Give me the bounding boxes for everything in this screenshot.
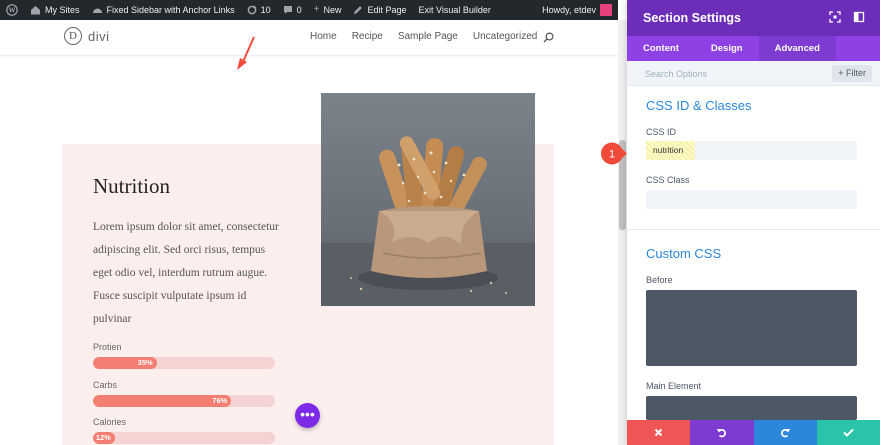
nav-item-uncategorized[interactable]: Uncategorized <box>473 31 537 42</box>
filter-label: Filter <box>846 68 866 78</box>
check-icon <box>843 428 854 437</box>
search-options-bar: Search Options + Filter <box>627 61 880 86</box>
comments-count: 0 <box>296 5 302 15</box>
visual-builder-screen: W My Sites Fixed Sidebar with Anchor Lin… <box>0 0 880 445</box>
discard-button[interactable] <box>627 420 691 445</box>
my-sites-menu[interactable]: My Sites <box>24 0 86 20</box>
wp-admin-bar: W My Sites Fixed Sidebar with Anchor Lin… <box>0 0 618 20</box>
expand-icon[interactable] <box>829 11 841 23</box>
builder-menu-button[interactable]: ••• <box>295 403 320 428</box>
nav-item-home[interactable]: Home <box>310 31 337 42</box>
main-element-label: Main Element <box>646 381 702 391</box>
main-element-code-editor[interactable] <box>646 396 857 420</box>
css-id-value: nutrition <box>646 141 696 160</box>
panel-header: Section Settings <box>627 0 880 36</box>
house-icon <box>31 6 40 15</box>
css-id-input[interactable]: nutrition <box>646 141 857 160</box>
new-label: New <box>323 5 342 15</box>
undo-icon <box>717 429 727 438</box>
plus-icon: + <box>838 68 846 78</box>
step-badge: 1 <box>601 142 627 165</box>
comment-icon <box>283 6 292 14</box>
before-code-editor[interactable] <box>646 290 857 366</box>
bar-track-calories: 12% <box>93 432 275 444</box>
section-divider <box>627 229 880 230</box>
panel-footer <box>627 420 880 445</box>
page-heading: Nutrition <box>93 174 170 198</box>
section-settings-panel: Section Settings Content Design Advanced… <box>627 0 880 445</box>
exit-builder-label: Exit Visual Builder <box>418 5 491 15</box>
wordpress-logo-button[interactable]: W <box>0 0 24 20</box>
main-nav: Home Recipe Sample Page Uncategorized <box>310 31 537 42</box>
before-label: Before <box>646 275 673 285</box>
bar-label-protien: Protien <box>93 342 122 352</box>
bar-fill-protien: 35% <box>93 357 157 369</box>
site-header: D divi Home Recipe Sample Page Uncategor… <box>0 20 618 56</box>
howdy-label: Howdy, etdev <box>542 5 596 15</box>
preview-scrollbar[interactable] <box>618 20 627 445</box>
updates-count: 10 <box>260 5 271 15</box>
body-paragraph: Lorem ipsum dolor sit amet, consectetur … <box>93 221 279 325</box>
site-name-label: Fixed Sidebar with Anchor Links <box>106 5 235 15</box>
annotation-arrow-icon <box>237 36 255 70</box>
comments-menu[interactable]: 0 <box>277 0 308 20</box>
filter-button[interactable]: + Filter <box>832 65 872 82</box>
account-menu[interactable]: Howdy, etdev <box>542 4 618 16</box>
css-id-label: CSS ID <box>646 127 677 137</box>
svg-text:W: W <box>9 7 16 15</box>
nav-item-recipe[interactable]: Recipe <box>352 31 383 42</box>
split-view-icon[interactable] <box>853 11 865 23</box>
bar-label-calories: Calories <box>93 417 127 427</box>
avatar <box>600 4 612 16</box>
css-section-title[interactable]: CSS ID & Classes <box>646 98 751 113</box>
bar-fill-calories: 12% <box>93 432 115 444</box>
bar-fill-carbs: 76% <box>93 395 232 407</box>
redo-button[interactable] <box>753 420 817 445</box>
panel-tabs: Content Design Advanced <box>627 36 880 61</box>
bar-track-protien: 35% <box>93 357 275 369</box>
exit-builder-link[interactable]: Exit Visual Builder <box>413 0 497 20</box>
logo-mark: D <box>64 27 82 45</box>
edit-page-label: Edit Page <box>367 5 407 15</box>
custom-css-title[interactable]: Custom CSS <box>646 246 721 261</box>
undo-button[interactable] <box>690 420 754 445</box>
panel-title: Section Settings <box>643 11 741 25</box>
my-sites-label: My Sites <box>45 5 80 15</box>
tab-advanced[interactable]: Advanced <box>758 36 836 61</box>
dashboard-icon <box>92 8 102 13</box>
css-class-label: CSS Class <box>646 175 690 185</box>
redo-icon <box>780 429 790 438</box>
bar-label-carbs: Carbs <box>93 380 118 390</box>
edit-page-link[interactable]: Edit Page <box>347 0 412 20</box>
new-menu[interactable]: + New <box>308 0 348 20</box>
logo-text: divi <box>88 28 110 44</box>
css-class-input[interactable] <box>646 190 857 209</box>
step-number: 1 <box>609 149 615 161</box>
wordpress-icon: W <box>6 4 18 16</box>
search-options-input[interactable]: Search Options <box>645 69 707 79</box>
food-photo <box>321 93 535 306</box>
plus-icon: + <box>313 4 320 15</box>
tab-design[interactable]: Design <box>695 36 759 61</box>
updates-menu[interactable]: 10 <box>241 0 277 20</box>
save-button[interactable] <box>816 420 880 445</box>
pencil-icon <box>354 6 363 14</box>
search-icon[interactable] <box>543 32 554 43</box>
site-logo[interactable]: D divi <box>64 27 110 45</box>
bar-track-carbs: 76% <box>93 395 275 407</box>
nav-item-sample-page[interactable]: Sample Page <box>398 31 458 42</box>
tab-content[interactable]: Content <box>627 36 695 61</box>
close-icon <box>654 428 663 437</box>
site-name-menu[interactable]: Fixed Sidebar with Anchor Links <box>86 0 241 20</box>
refresh-icon <box>247 5 257 15</box>
